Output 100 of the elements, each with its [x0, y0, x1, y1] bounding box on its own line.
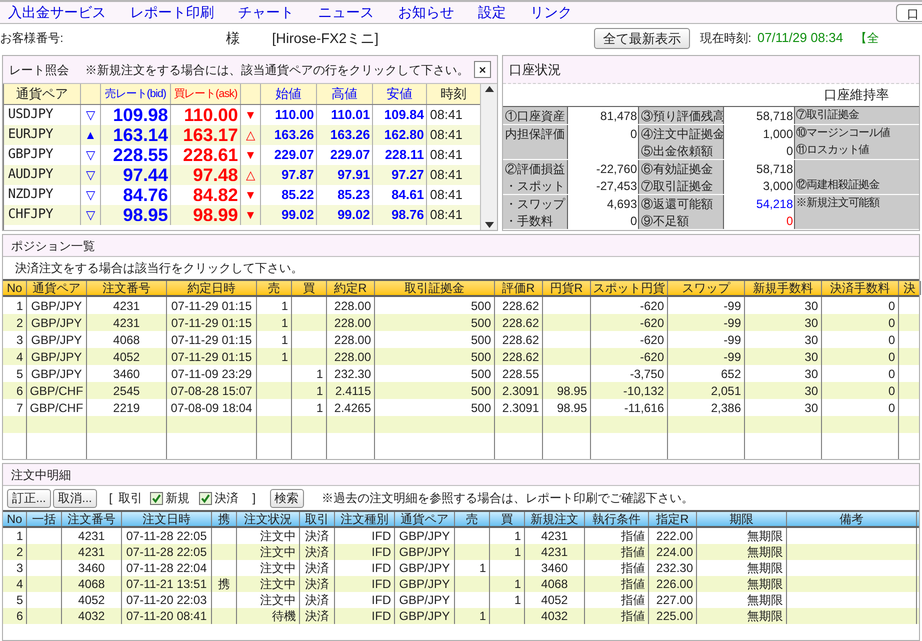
rate-row[interactable]: EURJPY ▲ 163.14 163.17 △ 163.26 163.26 162.80 08:41 [4, 125, 480, 145]
checkbox[interactable] [199, 492, 212, 504]
account-label: ⑤出金依頼額 [639, 142, 723, 160]
panel-title: レート照会 [9, 62, 69, 78]
table-cell: 98.76 [373, 205, 427, 225]
column-header: 注文番号 [87, 281, 167, 295]
column-header: 備考 [787, 512, 917, 526]
menu-link[interactable]: ニュース [318, 2, 374, 23]
toolbar-button[interactable]: 訂正... [7, 488, 52, 508]
check-icon [201, 494, 210, 502]
table-cell: 6 [3, 608, 27, 624]
table-cell: 無期限 [697, 608, 787, 624]
ratio-label: 口座維持率 [824, 86, 889, 104]
close-button[interactable]: × [474, 61, 491, 78]
account-label: ⑫両建相殺証拠金 [795, 177, 919, 194]
rate-row[interactable]: AUDJPY ▽ 97.44 97.48 △ 97.87 97.91 97.27 08:41 [4, 165, 480, 185]
column-header: 新規注文 [525, 512, 585, 526]
filter-checkbox[interactable]: 決済 [199, 489, 238, 507]
table-cell: 1 [455, 608, 490, 624]
column-header: 売レート(bid) [101, 84, 171, 104]
column-header: 買レート(ask) [171, 84, 241, 104]
table-cell: 待機 [237, 608, 300, 624]
account-value: 0 [567, 212, 639, 230]
column-header: 売 [455, 512, 490, 526]
table-cell: 07-11-20 08:41 [122, 608, 212, 624]
menu-link[interactable]: チャート [238, 2, 294, 23]
column-header: 注文日時 [122, 512, 212, 526]
column-header: 決済手数料 [822, 281, 899, 295]
table-cell: IFD [335, 608, 395, 624]
customer-label: お客様番号: [0, 30, 64, 47]
panel-title: ポジション一覧 [11, 238, 95, 254]
column-header: 新規手数料 [745, 281, 822, 295]
clock-label: 現在時刻: [700, 30, 752, 47]
column-header: 通貨ペア [4, 84, 81, 104]
bracket-text: ] [252, 490, 256, 507]
account-label: ⑩マージンコール値 [795, 124, 919, 142]
account-value: 81,478 [567, 107, 639, 124]
menu-link[interactable]: リンク [530, 2, 572, 23]
scroll-up-icon[interactable] [484, 86, 494, 92]
column-header: No [3, 281, 27, 295]
column-header: 期限 [697, 512, 787, 526]
panel-title: 注文中明細 [11, 466, 71, 484]
search-button[interactable]: 検索 [270, 488, 304, 508]
account-label: ⑥有効証拠金 [639, 160, 723, 177]
column-header: 約定日時 [167, 281, 257, 295]
column-header: 買 [292, 281, 327, 295]
table-cell: 4032 [62, 608, 122, 624]
column-header: 取引証拠金 [375, 281, 495, 295]
filter-checkbox[interactable]: 新規 [150, 489, 190, 507]
account-label: ・スポット [503, 177, 567, 194]
menu-link[interactable]: レポート印刷 [130, 2, 214, 23]
account-label: ・スワップ [503, 194, 567, 212]
account-label: 内担保評価 [503, 124, 567, 142]
account-value: 58,718 [723, 107, 795, 124]
account-value: 54,218 [723, 194, 795, 212]
refresh-button[interactable]: 全て最新表示 [594, 28, 690, 48]
account-label: ⑦取引証拠金 [795, 107, 919, 124]
column-header: 注文種別 [335, 512, 395, 526]
checkbox[interactable] [150, 492, 164, 504]
check-icon [152, 494, 162, 502]
column-header: スポット円貨 [591, 281, 668, 295]
honorific-text: 様 [226, 28, 241, 48]
table-cell: 決済 [300, 608, 335, 624]
column-header: 安値 [373, 84, 427, 104]
column-header: 始値 [261, 84, 317, 104]
account-value: 4,693 [567, 194, 639, 212]
instruction-text: 決済注文をする場合は該当行をクリックして下さい。 [15, 260, 303, 277]
scrollbar[interactable] [480, 84, 497, 230]
column-header: 一括 [27, 512, 62, 526]
trend-mark: ▽ [81, 205, 101, 225]
column-header: 通貨ペア [27, 281, 87, 295]
product-name: [Hirose-FX2ミニ] [272, 28, 380, 48]
table-cell: 指値 [585, 608, 649, 624]
column-header: 買 [490, 512, 525, 526]
table-cell: 99.02 [261, 205, 317, 225]
account-label: ・手数料 [503, 212, 567, 230]
account-value: 1,000 [723, 124, 795, 142]
trend-mark: ▼ [241, 205, 261, 225]
scroll-down-icon[interactable] [484, 222, 494, 228]
toolbar-button[interactable]: 取消... [53, 488, 98, 508]
column-header: 通貨ペア [395, 512, 455, 526]
menu-button[interactable]: 口 [896, 4, 922, 22]
table-cell: 99.02 [317, 205, 373, 225]
account-label: ⑦取引証拠金 [639, 177, 723, 194]
account-value: -22,760 [567, 160, 639, 177]
menu-link[interactable]: 設定 [478, 2, 506, 23]
menu-link[interactable]: 入出金サービス [8, 2, 106, 23]
column-header: 注文状況 [237, 512, 300, 526]
account-label: ※新規注文可能額 [795, 194, 919, 212]
bracket-text: [ [109, 490, 112, 507]
column-header: 決 [899, 281, 921, 295]
column-header: スワップ [668, 281, 745, 295]
column-header: 携 [212, 512, 237, 526]
rate-row[interactable]: CHFJPY ▽ 98.95 98.99 ▼ 99.02 99.02 98.76 08:41 [4, 205, 480, 225]
account-value: 58,718 [723, 160, 795, 177]
account-value: 0 [723, 142, 795, 160]
column-header: 注文番号 [62, 512, 122, 526]
menu-link[interactable]: お知らせ [398, 2, 454, 23]
table-cell: 225.00 [649, 608, 697, 624]
column-header: 評価R [495, 281, 543, 295]
